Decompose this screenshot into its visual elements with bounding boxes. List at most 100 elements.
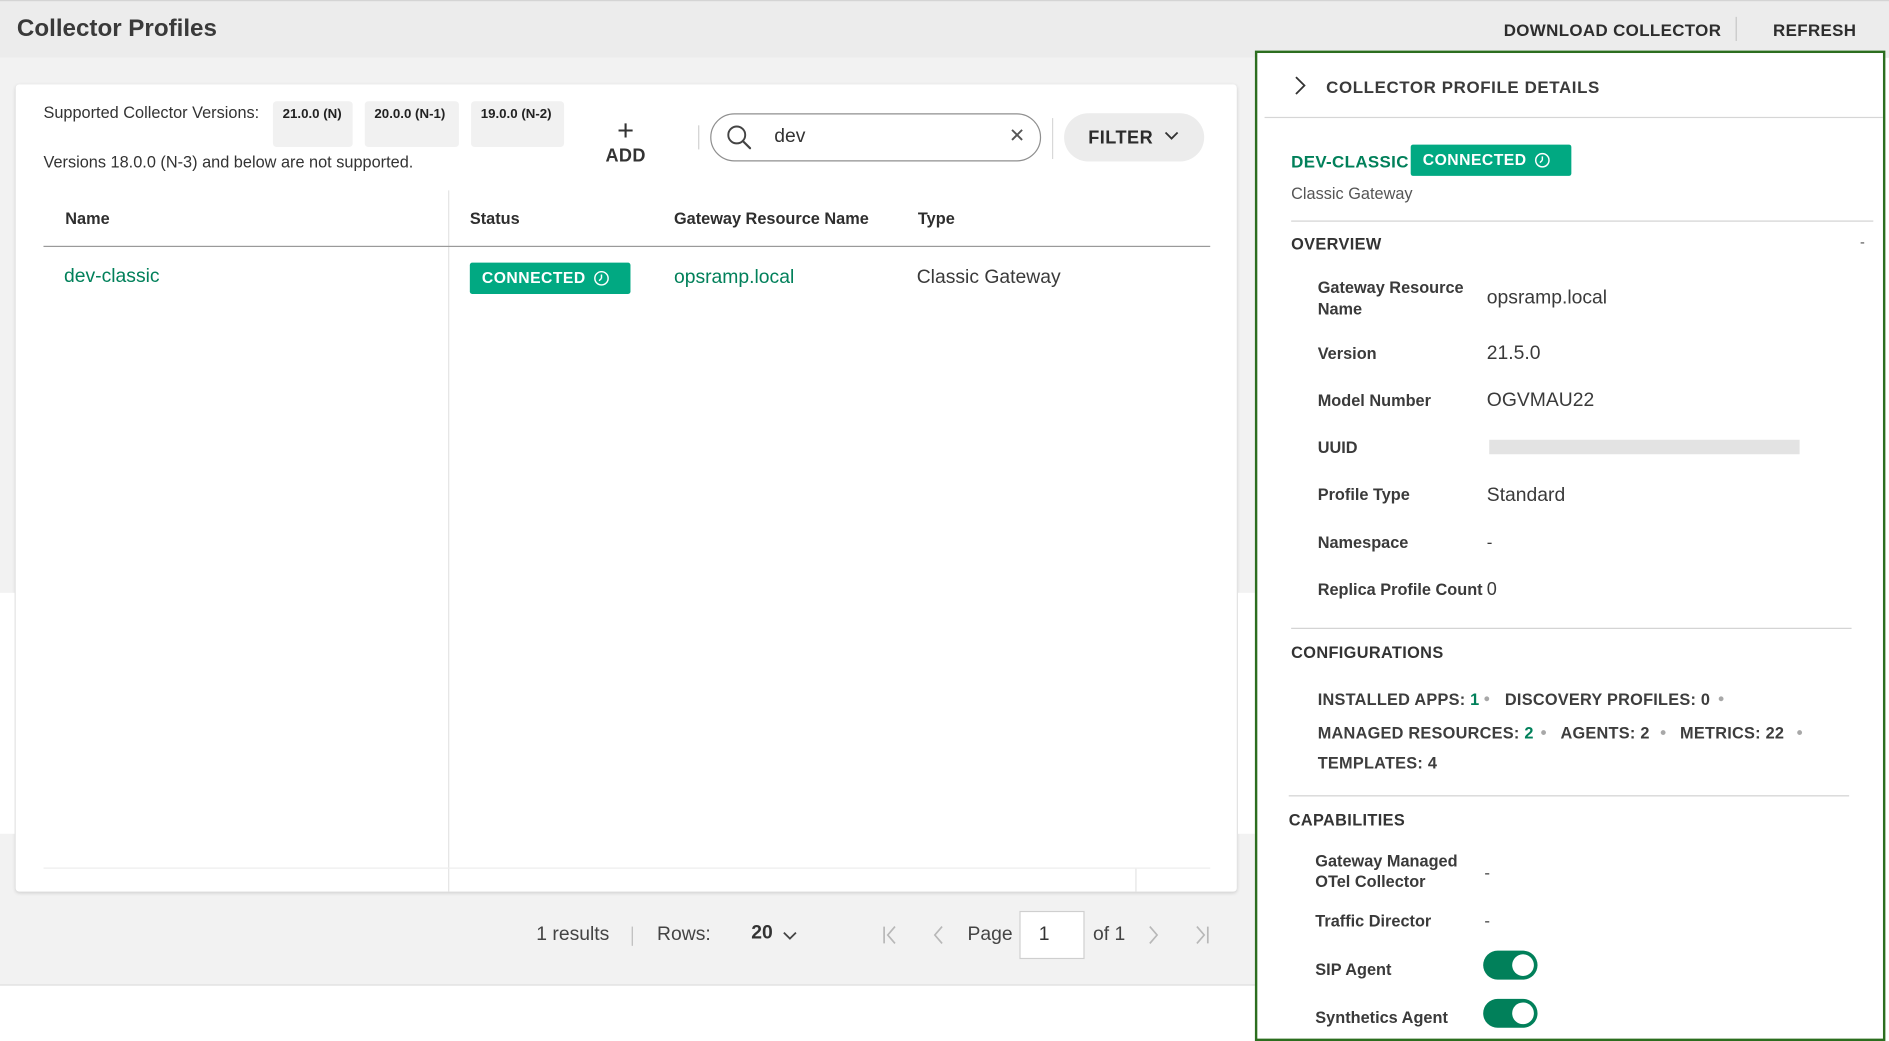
first-page-icon[interactable] [878,923,902,947]
download-collector-button[interactable]: DOWNLOAD COLLECTOR [1504,20,1722,39]
capability-label: Traffic Director [1315,912,1432,931]
search-icon [727,125,752,150]
capability-label: SIP Agent [1315,960,1392,979]
refresh-button[interactable]: REFRESH [1773,20,1856,39]
installed-apps-link[interactable]: 1 [1470,690,1479,708]
blank-region [1237,592,1255,834]
overview-label: Model Number [1317,391,1431,410]
prev-page-icon[interactable] [926,923,950,947]
clear-icon[interactable]: ✕ [1007,127,1026,147]
page-number-input[interactable] [1019,910,1085,960]
toggle-knob [1512,1002,1534,1025]
add-button[interactable]: + ADD [601,114,649,167]
config-label: DISCOVERY PROFILES: [1504,690,1697,709]
supported-versions-label: Supported Collector Versions: [43,103,260,122]
separator-dot [1484,696,1490,702]
chevron-right-icon[interactable] [1291,75,1310,97]
status-text: CONNECTED [1422,150,1527,169]
section-divider [1291,220,1874,222]
config-label: MANAGED RESOURCES: [1317,724,1520,743]
config-agents: AGENTS: 2 [1560,724,1649,742]
separator-dot [1660,730,1666,735]
config-label: AGENTS: [1560,724,1636,743]
table-header-border [43,245,1211,248]
config-value: 22 [1765,724,1785,743]
config-value: 4 [1427,754,1438,773]
next-page-icon[interactable] [1141,923,1165,947]
profile-subtitle: Classic Gateway [1291,184,1413,203]
version-value: 21.5.0 [1486,343,1541,364]
page-label: Page [967,924,1013,945]
separator-dot [1718,696,1724,702]
filter-button[interactable]: FILTER [1064,113,1205,162]
overview-label: Namespace [1317,533,1409,552]
results-count: 1 results [536,924,610,945]
config-metrics: METRICS: 22 [1680,724,1784,742]
overview-label: Replica Profile Count [1317,580,1483,599]
table-row-gateway-link[interactable]: opsramp.local [674,267,794,289]
config-discovery-profiles: DISCOVERY PROFILES: 0 [1505,690,1710,708]
separator-dot [1797,730,1803,735]
panel-header-border [1264,116,1883,119]
overview-label: UUID [1317,438,1358,457]
config-managed-resources: MANAGED RESOURCES: 2 [1318,724,1534,742]
config-value: 0 [1700,690,1711,709]
plus-icon: + [617,114,635,147]
capability-value: - [1484,910,1491,931]
separator-dot [1541,730,1546,735]
capability-label: Gateway Managed OTel Collector [1315,851,1458,891]
synthetics-agent-toggle[interactable] [1483,998,1538,1028]
column-divider [1135,867,1137,892]
status-badge: CONNECTED [1410,144,1572,176]
capability-value: - [1484,862,1491,882]
clock-icon [1534,152,1550,168]
pagination-divider [631,926,633,946]
column-header-type[interactable]: Type [918,210,955,228]
rows-label: Rows: [657,924,711,945]
last-page-icon[interactable] [1190,923,1214,947]
model-number-value: OGVMAU22 [1486,390,1595,411]
version-chip: 20.0.0 (N-1) [364,101,459,147]
collector-list-card [15,84,1237,892]
unsupported-versions-note: Versions 18.0.0 (N-3) and below are not … [43,153,414,172]
table-row-name-link[interactable]: dev-classic [64,266,160,288]
footer-area [0,984,1257,1041]
table-bottom-border [43,867,1211,869]
capabilities-title: CAPABILITIES [1288,810,1406,829]
config-label: TEMPLATES: [1317,754,1424,773]
sip-agent-toggle[interactable] [1483,950,1538,980]
clock-icon [594,270,609,286]
configurations-title: CONFIGURATIONS [1291,643,1444,662]
column-header-gateway[interactable]: Gateway Resource Name [674,210,869,228]
managed-resources-link[interactable]: 2 [1524,724,1533,742]
filter-label: FILTER [1088,127,1154,149]
overview-title: OVERVIEW [1291,234,1382,254]
panel-title: COLLECTOR PROFILE DETAILS [1326,77,1600,97]
add-label: ADD [605,145,646,167]
header-divider [1735,16,1737,41]
column-header-name[interactable]: Name [65,210,109,228]
status-badge: CONNECTED [469,262,631,294]
toggle-knob [1512,954,1534,976]
capability-label: Synthetics Agent [1315,1008,1448,1027]
config-label: METRICS: [1680,724,1761,743]
overview-label: Profile Type [1317,485,1410,504]
config-installed-apps: INSTALLED APPS: 1 [1318,690,1480,708]
gateway-resource-link[interactable]: opsramp.local [1487,288,1607,310]
column-header-status[interactable]: Status [470,210,520,228]
namespace-value: - [1486,532,1493,552]
profile-name: DEV-CLASSIC [1291,151,1409,172]
rows-per-page-select[interactable]: 20 [751,923,772,945]
section-divider [1291,627,1852,629]
overview-label: Version [1317,344,1377,363]
config-label: INSTALLED APPS: [1317,690,1466,709]
toolbar-divider [698,125,700,150]
replica-count-value: 0 [1486,579,1497,601]
chevron-down-icon[interactable] [781,928,798,945]
version-chip: 21.0.0 (N) [272,101,353,147]
search-input[interactable] [774,122,992,152]
profile-type-value: Standard [1486,485,1566,507]
page-total: of 1 [1093,924,1126,945]
overview-collapse-toggle[interactable]: - [1860,234,1865,251]
blank-region [0,592,15,834]
